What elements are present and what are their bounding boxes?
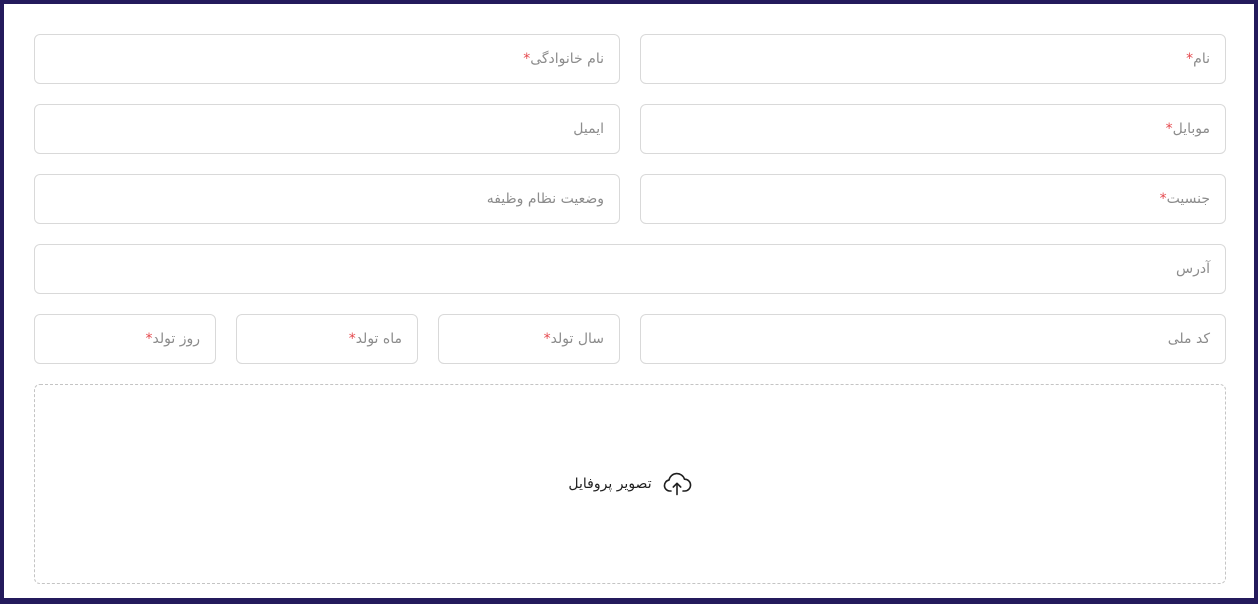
upload-label: تصویر پروفایل bbox=[568, 476, 652, 492]
birth-day-field[interactable]: روز تولد* bbox=[34, 314, 216, 364]
upload-content: تصویر پروفایل bbox=[568, 471, 691, 497]
birth-year-placeholder: سال تولد* bbox=[543, 331, 604, 347]
required-mark: * bbox=[348, 331, 356, 347]
email-field[interactable]: ایمیل bbox=[34, 104, 620, 154]
military-status-field[interactable]: وضعیت نظام وظیفه bbox=[34, 174, 620, 224]
gender-field[interactable]: جنسیت* bbox=[640, 174, 1226, 224]
form-container: نام* نام خانوادگی* موبایل* ایمیل جنسیت* … bbox=[0, 0, 1258, 604]
last-name-placeholder: نام خانوادگی* bbox=[523, 51, 604, 67]
birth-month-field[interactable]: ماه تولد* bbox=[236, 314, 418, 364]
first-name-field[interactable]: نام* bbox=[640, 34, 1226, 84]
required-mark: * bbox=[543, 331, 551, 347]
mobile-field[interactable]: موبایل* bbox=[640, 104, 1226, 154]
military-status-placeholder: وضعیت نظام وظیفه bbox=[486, 191, 604, 207]
last-name-field[interactable]: نام خانوادگی* bbox=[34, 34, 620, 84]
email-placeholder: ایمیل bbox=[573, 121, 604, 137]
national-code-field[interactable]: کد ملی bbox=[640, 314, 1226, 364]
national-code-placeholder: کد ملی bbox=[1167, 331, 1210, 347]
address-placeholder: آدرس bbox=[1176, 261, 1210, 277]
birth-day-placeholder: روز تولد* bbox=[145, 331, 200, 347]
mobile-placeholder: موبایل* bbox=[1165, 121, 1210, 137]
profile-image-upload[interactable]: تصویر پروفایل bbox=[34, 384, 1226, 584]
address-field[interactable]: آدرس bbox=[34, 244, 1226, 294]
required-mark: * bbox=[1165, 121, 1173, 137]
cloud-upload-icon bbox=[662, 471, 692, 497]
required-mark: * bbox=[1159, 191, 1167, 207]
required-mark: * bbox=[145, 331, 153, 347]
birth-month-placeholder: ماه تولد* bbox=[348, 331, 402, 347]
gender-placeholder: جنسیت* bbox=[1159, 191, 1210, 207]
first-name-placeholder: نام* bbox=[1186, 51, 1210, 67]
birth-year-field[interactable]: سال تولد* bbox=[438, 314, 620, 364]
